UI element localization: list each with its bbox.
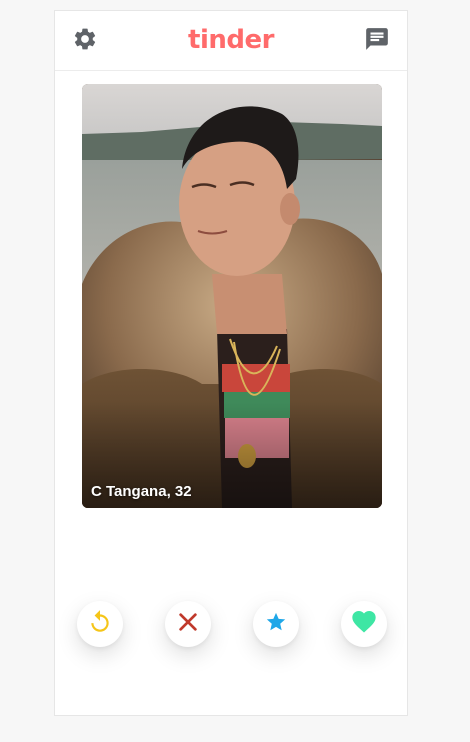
action-bar [55,601,407,647]
nope-button[interactable] [165,601,211,647]
heart-icon [350,608,378,641]
profile-name-age: C Tangana, 32 [91,483,192,500]
messages-button[interactable] [361,25,393,57]
top-bar: tinder [55,11,407,71]
chat-icon [364,26,390,57]
super-like-button[interactable] [253,601,299,647]
tinder-logo: tinder [188,25,274,55]
rewind-icon [87,609,113,640]
profile-card[interactable]: C Tangana, 32 [82,84,382,508]
app-window: tinder C Tangana, 32 [54,10,408,716]
close-icon [177,611,199,638]
like-button[interactable] [341,601,387,647]
profile-photo [82,84,382,508]
rewind-button[interactable] [77,601,123,647]
star-icon [265,611,287,638]
